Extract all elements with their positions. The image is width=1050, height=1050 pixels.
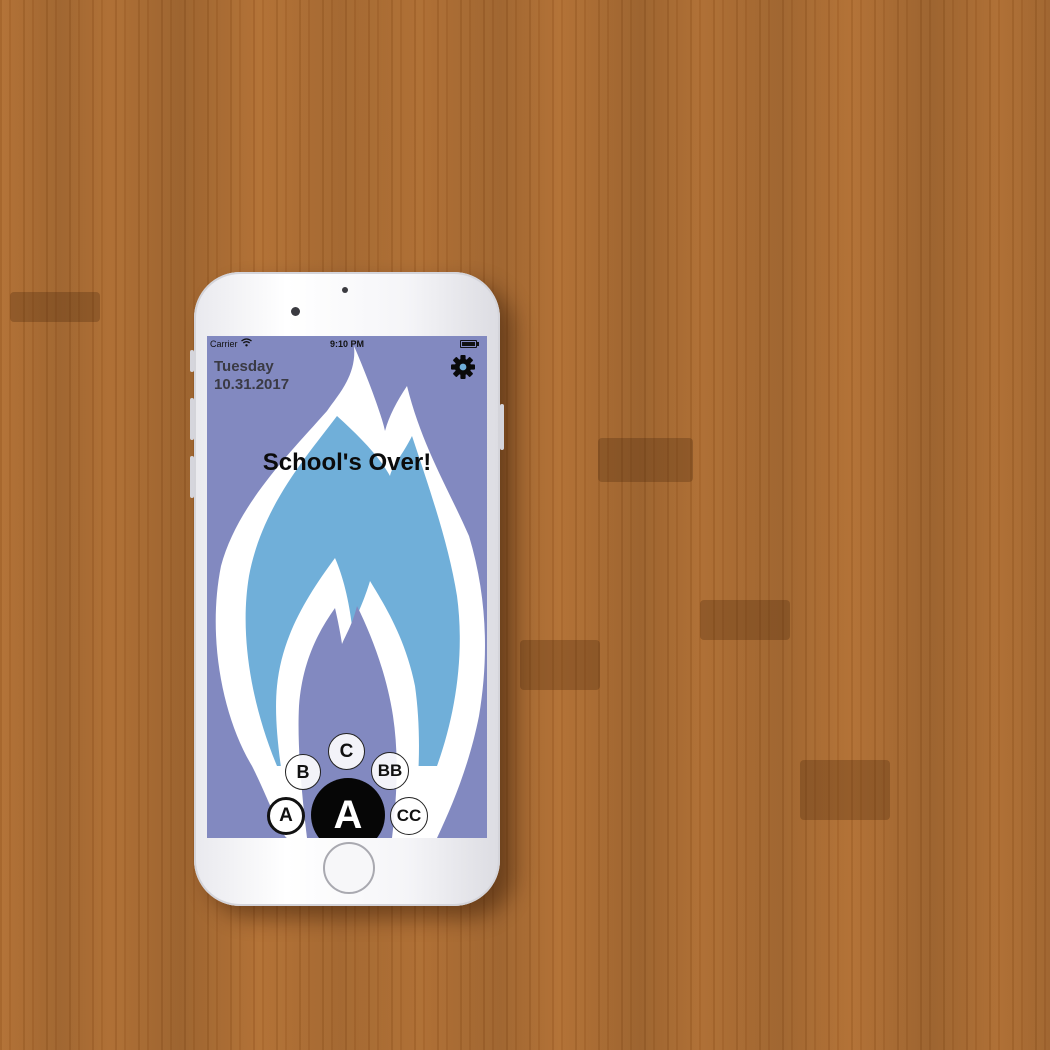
period-b-label: B (296, 761, 310, 782)
volume-up-button (190, 398, 194, 440)
period-cc-bubble[interactable]: CC (390, 797, 428, 835)
period-bb-bubble[interactable]: BB (371, 752, 409, 790)
battery-icon (460, 340, 477, 348)
proximity-sensor (342, 287, 348, 293)
date-label: 10.31.2017 (214, 376, 290, 393)
period-c-label: C (339, 740, 354, 762)
mute-switch (190, 350, 194, 372)
period-a-small-bubble[interactable]: A (267, 797, 305, 835)
gear-icon[interactable] (450, 354, 476, 380)
home-button[interactable] (323, 842, 375, 894)
period-cc-label: CC (396, 806, 422, 825)
status-message: School's Over! (262, 449, 432, 476)
period-b-bubble[interactable]: B (285, 754, 321, 790)
status-time: 9:10 PM (329, 339, 364, 349)
wood-grain-mark (10, 292, 100, 322)
app-screen: Carrier 9:10 PM Tuesday 10.31.2017 Schoo… (207, 336, 487, 838)
wood-grain-mark (520, 640, 600, 690)
day-label: Tuesday (214, 358, 274, 375)
power-button (500, 404, 504, 450)
period-a-small-label: A (279, 805, 293, 826)
wood-grain-mark (700, 600, 790, 640)
status-bar: Carrier 9:10 PM (207, 336, 487, 352)
period-c-bubble[interactable]: C (328, 733, 365, 770)
front-camera (291, 307, 300, 316)
period-bb-label: BB (377, 761, 403, 780)
current-period-label: A (333, 792, 363, 837)
wood-grain-mark (598, 438, 693, 482)
volume-down-button (190, 456, 194, 498)
battery-tip (477, 342, 479, 346)
wood-grain-mark (800, 760, 890, 820)
